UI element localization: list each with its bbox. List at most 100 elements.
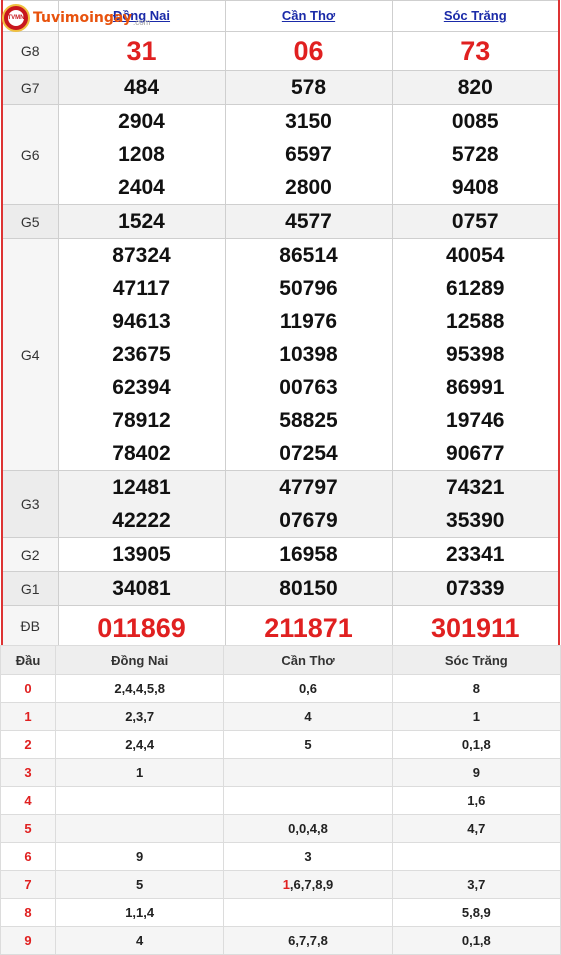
prize-row: ĐB 011869 211871 301911 — [1, 605, 560, 648]
prize-cell: 07339 — [391, 571, 560, 606]
loto-cell: 0,1,8 — [391, 730, 561, 759]
prize-number: 23675 — [112, 343, 171, 366]
loto-header-row: Đầu Đồng Nai Cần Thơ Sóc Trăng — [0, 645, 561, 675]
prize-cell: 301911 — [391, 605, 560, 648]
loto-cell: 5 — [223, 730, 393, 759]
prize-number: 1524 — [118, 210, 165, 233]
loto-body: 0 2,4,4,5,8 0,6 8 1 2,3,7 4 1 2 2,4,4 5 0,1,8 3 1 9 4 1,… — [0, 674, 561, 955]
prize-cell: 34081 — [57, 571, 226, 606]
loto-cell: 1 — [54, 758, 225, 787]
loto-cell: 2,4,4,5,8 — [54, 674, 225, 703]
prize-cell: 47797 07679 — [224, 470, 393, 538]
loto-cell: 0,6 — [223, 674, 393, 703]
loto-cell — [223, 786, 393, 815]
loto-cell: 1,1,4 — [54, 898, 225, 927]
loto-cell: 1,6 — [391, 786, 561, 815]
prize-number: 40054 — [446, 244, 505, 267]
prize-number: 3150 — [285, 110, 332, 133]
loto-dau: 9 — [0, 926, 56, 955]
prize-number: 90677 — [446, 442, 505, 465]
loto-cell: 1 — [391, 702, 561, 731]
prize-row: G1 34081 80150 07339 — [1, 571, 560, 606]
loto-dau: 7 — [0, 870, 56, 899]
prize-cell: 16958 — [224, 537, 393, 572]
prize-cell: 06 — [224, 31, 393, 71]
loto-cell: 2,4,4 — [54, 730, 225, 759]
loto-highlight: 1 — [282, 877, 290, 892]
prize-number: 4577 — [285, 210, 332, 233]
prize-number: 74321 — [446, 476, 505, 499]
prize-cell: 2904 1208 2404 — [57, 104, 226, 205]
prize-number: 2904 — [118, 110, 165, 133]
prize-label: ĐB — [1, 605, 59, 648]
prize-number: 87324 — [112, 244, 171, 267]
province-header: Cần Thơ — [224, 0, 393, 32]
loto-cell: 4 — [223, 702, 393, 731]
logo-badge-icon: TVMN — [2, 4, 30, 32]
prize-cell: 578 — [224, 70, 393, 105]
prize-number: 86991 — [446, 376, 505, 399]
loto-cell: 8 — [391, 674, 561, 703]
province-link-soc-trang[interactable]: Sóc Trăng — [444, 8, 507, 23]
prize-number: 0757 — [451, 210, 499, 233]
prize-number: 42222 — [112, 509, 171, 532]
prize-number: 23341 — [446, 543, 505, 566]
prize-number: 13905 — [112, 543, 171, 566]
site-logo[interactable]: TVMN Tuvimoingay .com — [2, 3, 150, 33]
prize-number: 301911 — [430, 613, 520, 643]
prize-cell: 0757 — [391, 204, 560, 239]
loto-cell: 3 — [223, 842, 393, 871]
loto-cell: 5,8,9 — [391, 898, 561, 927]
prize-row: G6 2904 1208 2404 3150 6597 2800 0085 5728 9408 — [1, 104, 560, 205]
prize-number: 95398 — [446, 343, 505, 366]
prize-cell: 23341 — [391, 537, 560, 572]
prize-number: 211871 — [264, 613, 353, 643]
prize-number: 34081 — [112, 577, 171, 600]
prize-number: 00763 — [279, 376, 338, 399]
prize-number: 484 — [123, 76, 160, 99]
prize-number: 50796 — [279, 277, 338, 300]
prize-number: 86514 — [279, 244, 338, 267]
loto-dau: 8 — [0, 898, 56, 927]
prize-cell: 011869 — [57, 605, 226, 648]
prize-cell: 74321 35390 — [391, 470, 560, 538]
loto-header-province: Đồng Nai — [54, 645, 225, 675]
prize-number: 5728 — [451, 143, 499, 166]
province-link-can-tho[interactable]: Cần Thơ — [282, 8, 335, 23]
loto-row: 7 5 1,6,7,8,9 3,7 — [0, 870, 561, 899]
prize-number: 10398 — [279, 343, 338, 366]
prize-number: 07339 — [446, 577, 505, 600]
prize-number: 47797 — [279, 476, 338, 499]
loto-header-province: Sóc Trăng — [391, 645, 561, 675]
prize-number: 1208 — [118, 143, 165, 166]
prize-number: 31 — [126, 36, 157, 66]
prize-cell: 13905 — [57, 537, 226, 572]
loto-row: 9 4 6,7,7,8 0,1,8 — [0, 926, 561, 955]
prize-cell: 40054 61289 12588 95398 86991 19746 90677 — [391, 238, 560, 471]
prize-label: G6 — [1, 104, 59, 205]
loto-header-province: Cần Thơ — [223, 645, 393, 675]
prize-number: 07679 — [279, 509, 338, 532]
prize-cell: 73 — [391, 31, 560, 71]
prize-row: G3 12481 42222 47797 07679 74321 35390 — [1, 470, 560, 538]
prize-row: G2 13905 16958 23341 — [1, 537, 560, 572]
loto-cell: 0,1,8 — [391, 926, 561, 955]
loto-cell — [223, 758, 393, 787]
loto-dau: 3 — [0, 758, 56, 787]
prize-cell: 484 — [57, 70, 226, 105]
results-table: Đồng Nai Cần Thơ Sóc Trăng G8 31 06 73 G7 484… — [1, 0, 560, 648]
prize-cell: 3150 6597 2800 — [224, 104, 393, 205]
prize-number: 61289 — [446, 277, 505, 300]
loto-cell: 9 — [391, 758, 561, 787]
prize-cell: 0085 5728 9408 — [391, 104, 560, 205]
loto-cell: 1,6,7,8,9 — [223, 870, 393, 899]
prize-number: 47117 — [112, 277, 171, 300]
loto-dau: 4 — [0, 786, 56, 815]
prize-number: 12481 — [112, 476, 171, 499]
prize-label: G7 — [1, 70, 59, 105]
loto-cell — [54, 814, 225, 843]
loto-row: 31 9 — [0, 758, 561, 787]
loto-cell: 4 — [54, 926, 225, 955]
prize-number: 80150 — [279, 577, 338, 600]
prize-cell: 820 — [391, 70, 560, 105]
